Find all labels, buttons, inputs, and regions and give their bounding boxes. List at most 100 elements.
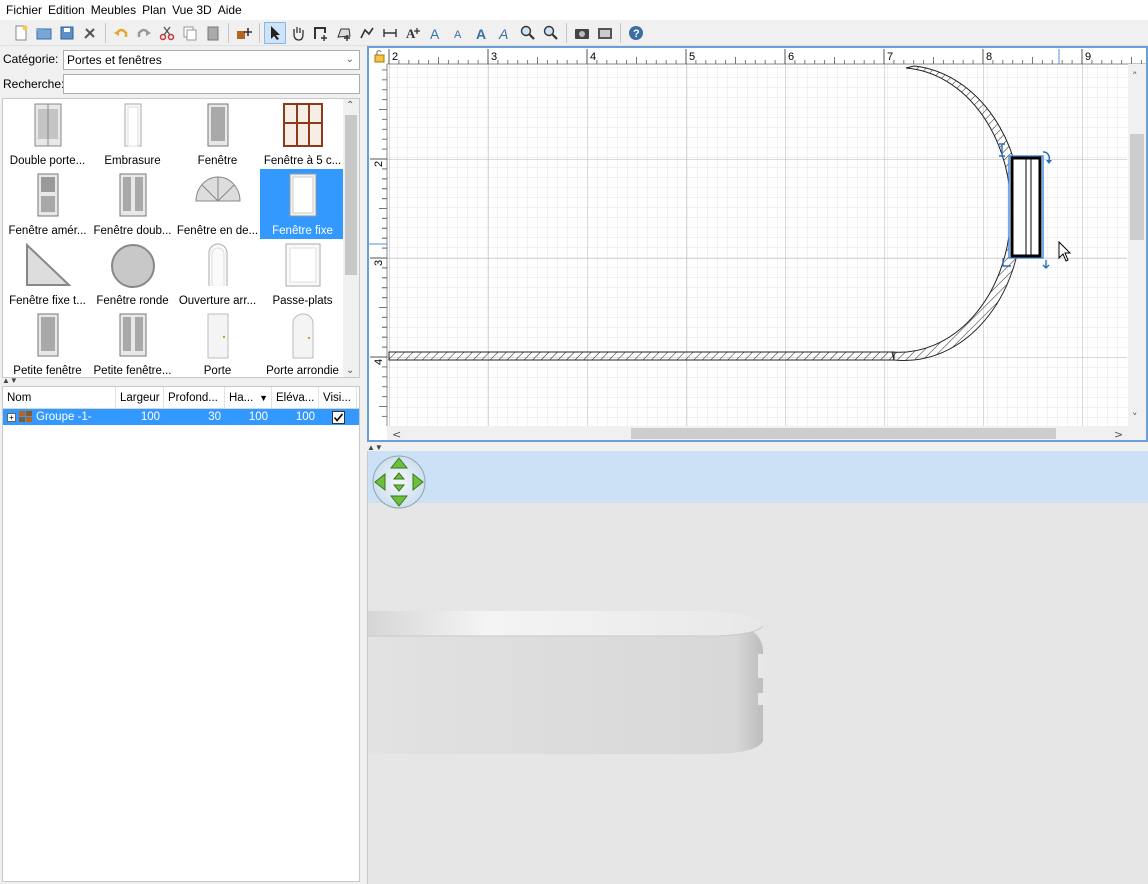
ruler-label: 8 bbox=[986, 51, 992, 63]
doorway-icon bbox=[123, 103, 143, 150]
small-double-window-icon bbox=[119, 313, 147, 360]
column-header-elevation[interactable]: Eléva... bbox=[272, 387, 319, 408]
menu-aide[interactable]: Aide bbox=[215, 0, 245, 20]
catalog-item[interactable]: Ouverture arr... bbox=[175, 239, 260, 309]
catalog-item-label: Fenêtre amér... bbox=[8, 225, 87, 237]
scroll-down-icon[interactable]: ˅ bbox=[1132, 411, 1138, 424]
create-rooms-icon[interactable] bbox=[333, 22, 355, 44]
catalog-item[interactable]: Embrasure bbox=[90, 99, 175, 169]
half-round-window-icon bbox=[194, 173, 242, 206]
menu-meubles[interactable]: Meubles bbox=[88, 0, 139, 20]
column-header-height-label: Ha... bbox=[229, 392, 254, 404]
menu-plan[interactable]: Plan bbox=[139, 0, 169, 20]
expand-icon[interactable]: + bbox=[7, 412, 16, 422]
paste-icon[interactable] bbox=[202, 22, 224, 44]
italic-text-icon[interactable]: A bbox=[494, 22, 516, 44]
catalog-item-label: Fenêtre bbox=[197, 155, 238, 167]
catalog-item[interactable]: Porte arrondie bbox=[260, 309, 345, 377]
3d-view[interactable] bbox=[367, 451, 1148, 884]
svg-text:?: ? bbox=[633, 28, 640, 40]
add-text-icon[interactable]: A bbox=[402, 22, 424, 44]
menu-vue-3d[interactable]: Vue 3D bbox=[169, 0, 215, 20]
plan-vscrollbar[interactable] bbox=[1128, 64, 1146, 426]
ruler-top bbox=[369, 48, 1146, 64]
catalog-item[interactable]: Fenêtre à 5 c... bbox=[260, 99, 345, 169]
scroll-up-icon[interactable]: ˄ bbox=[1132, 70, 1138, 83]
visible-checkbox[interactable] bbox=[331, 410, 345, 424]
catalog-item[interactable]: Fenêtre amér... bbox=[5, 169, 90, 239]
open-icon[interactable] bbox=[33, 22, 55, 44]
preferences-icon[interactable] bbox=[79, 22, 101, 44]
increase-text-icon[interactable]: A bbox=[425, 22, 447, 44]
column-header-height[interactable]: Ha... ▼ bbox=[225, 387, 272, 408]
column-header-width[interactable]: Largeur bbox=[116, 387, 164, 408]
create-dimensions-icon[interactable] bbox=[379, 22, 401, 44]
zoom-out-icon[interactable] bbox=[540, 22, 562, 44]
catalog-grid: Double porte... Embrasure Fenêtre Fenêtre à… bbox=[5, 99, 345, 377]
copy-icon[interactable] bbox=[179, 22, 201, 44]
toolbar-separator bbox=[259, 22, 260, 43]
menu-fichier[interactable]: Fichier bbox=[3, 0, 45, 20]
category-select[interactable]: Portes et fenêtres ⌄ bbox=[63, 50, 360, 70]
save-icon[interactable] bbox=[56, 22, 78, 44]
table-row[interactable]: + Groupe -1- 100 30 100 100 bbox=[3, 409, 359, 425]
toolbar-separator bbox=[620, 22, 621, 43]
scroll-left-icon[interactable]: < bbox=[392, 428, 401, 440]
plan-hscroll-thumb[interactable] bbox=[631, 428, 1056, 439]
3d-canvas[interactable] bbox=[368, 451, 1148, 883]
svg-text:A: A bbox=[430, 26, 440, 41]
help-icon[interactable]: ? bbox=[625, 22, 647, 44]
scroll-up-icon[interactable]: ⌃ bbox=[346, 100, 354, 111]
splitter-arrows-icon[interactable]: ▲▼ bbox=[2, 376, 18, 385]
svg-text:A: A bbox=[454, 29, 462, 41]
catalog-item[interactable]: Porte bbox=[175, 309, 260, 377]
catalog-item[interactable]: Fenêtre en de... bbox=[175, 169, 260, 239]
scrollbar-thumb[interactable] bbox=[345, 115, 357, 275]
search-label: Recherche: bbox=[3, 77, 65, 91]
catalog-scrollbar[interactable]: ⌃ ⌄ bbox=[343, 99, 359, 377]
catalog-item[interactable]: Fenêtre fixe t... bbox=[5, 239, 90, 309]
create-walls-icon[interactable] bbox=[310, 22, 332, 44]
chevron-down-icon: ⌄ bbox=[345, 54, 354, 65]
row-elevation: 100 bbox=[295, 411, 315, 423]
navigation-arrows-icon[interactable] bbox=[372, 455, 426, 509]
redo-icon[interactable] bbox=[133, 22, 155, 44]
catalog-item[interactable]: Petite fenêtre... bbox=[90, 309, 175, 377]
plan-view[interactable]: 23456789 234 ˄ ˅ < > bbox=[367, 46, 1148, 442]
catalog-item[interactable]: Fenêtre fixe bbox=[260, 169, 345, 239]
bold-text-icon[interactable]: A bbox=[471, 22, 493, 44]
undo-icon[interactable] bbox=[110, 22, 132, 44]
column-header-depth[interactable]: Profond... bbox=[164, 387, 225, 408]
catalog-item-label: Petite fenêtre bbox=[13, 365, 82, 377]
search-input[interactable] bbox=[63, 74, 360, 94]
create-photo-icon[interactable] bbox=[571, 22, 593, 44]
category-value: Portes et fenêtres bbox=[67, 53, 162, 67]
row-depth: 30 bbox=[208, 411, 221, 423]
menu-edition[interactable]: Edition bbox=[45, 0, 88, 20]
scroll-right-icon[interactable]: > bbox=[1114, 428, 1123, 440]
cut-icon[interactable] bbox=[156, 22, 178, 44]
toolbar-separator bbox=[105, 22, 106, 43]
new-icon[interactable] bbox=[10, 22, 32, 44]
wall-straight[interactable] bbox=[388, 351, 895, 361]
scroll-down-icon[interactable]: ⌄ bbox=[346, 365, 354, 376]
add-furniture-icon[interactable] bbox=[233, 22, 255, 44]
zoom-in-icon[interactable] bbox=[517, 22, 539, 44]
catalog-item[interactable]: Fenêtre ronde bbox=[90, 239, 175, 309]
catalog-item[interactable]: Passe-plats bbox=[260, 239, 345, 309]
create-polylines-icon[interactable] bbox=[356, 22, 378, 44]
catalog-item[interactable]: Double porte... bbox=[5, 99, 90, 169]
column-header-visible[interactable]: Visi... bbox=[319, 387, 357, 408]
catalog-item[interactable]: Fenêtre bbox=[175, 99, 260, 169]
select-icon[interactable] bbox=[264, 21, 286, 44]
catalog-item[interactable]: Fenêtre doub... bbox=[90, 169, 175, 239]
plan-canvas[interactable]: 23456789 234 ˄ ˅ < > bbox=[369, 48, 1146, 440]
service-hatch-icon bbox=[285, 243, 321, 290]
catalog-item[interactable]: Petite fenêtre bbox=[5, 309, 90, 377]
pan-icon[interactable] bbox=[287, 22, 309, 44]
3d-wall[interactable] bbox=[368, 611, 764, 754]
column-header-name[interactable]: Nom bbox=[3, 387, 116, 408]
decrease-text-icon[interactable]: A bbox=[448, 22, 470, 44]
plan-vscroll-thumb[interactable] bbox=[1130, 134, 1144, 240]
create-video-icon[interactable] bbox=[594, 22, 616, 44]
